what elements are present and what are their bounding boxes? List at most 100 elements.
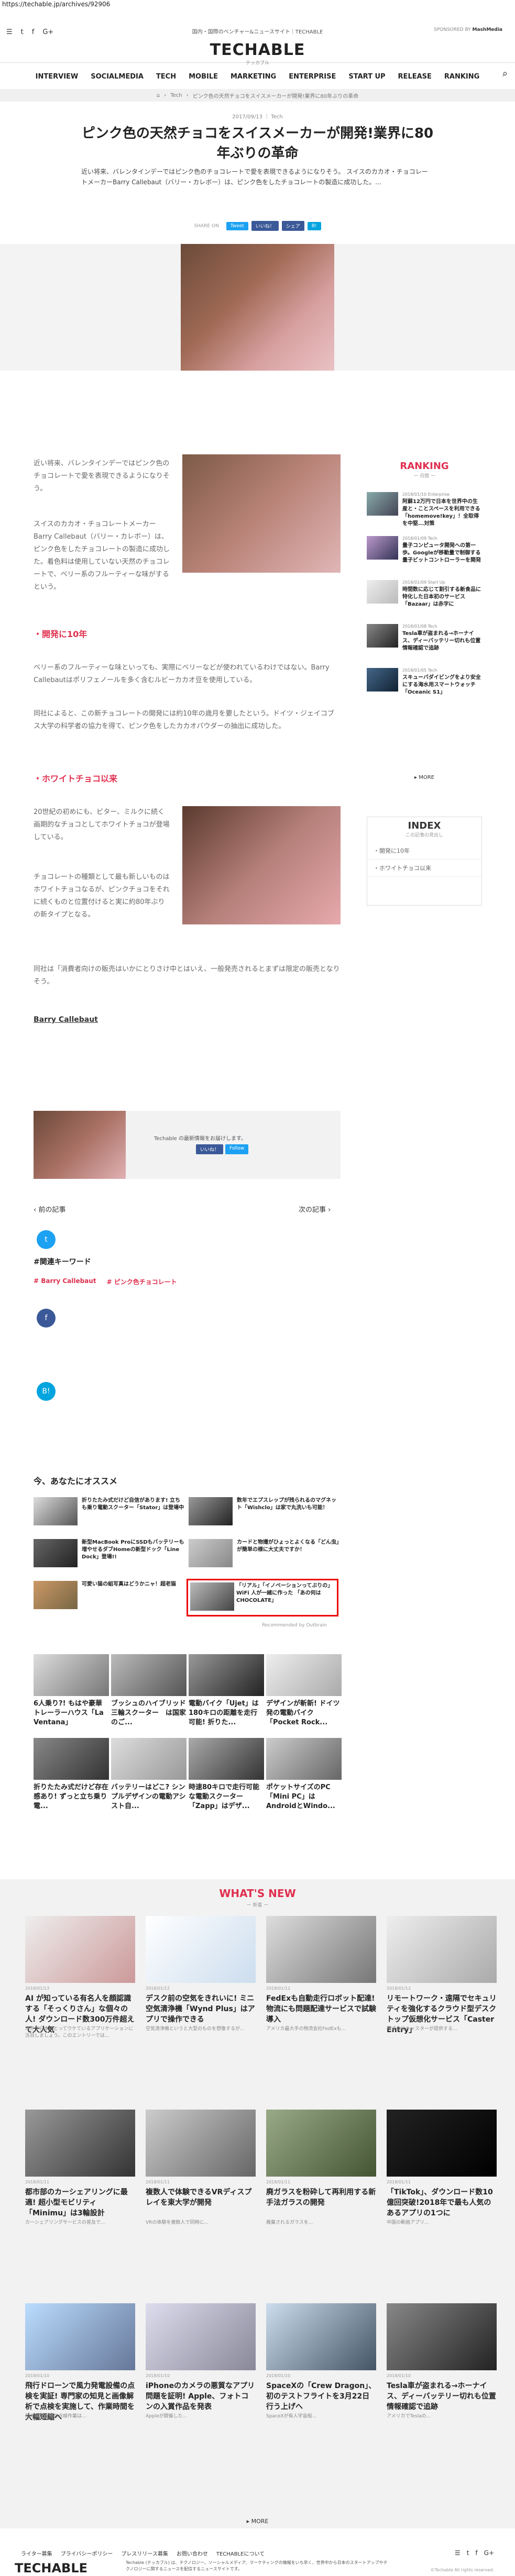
ranking-item[interactable]: 2018/01/09 Tech 量子コンピュータ開発への第一歩。Googleが移… [367,536,482,578]
nav-interview[interactable]: INTERVIEW [36,73,79,81]
site-logo[interactable]: TECHABLE [0,41,515,59]
related-card[interactable]: 時速80キロで走行可能な電動スクーター「Zapp」はデザ... [189,1738,264,1816]
related-image [111,1654,187,1696]
recommend-card[interactable]: 可愛い猫の組写真はどうかニャ！超老猫 [34,1581,185,1612]
breadcrumb-home[interactable]: ⌂ [157,93,160,98]
news-card[interactable]: 2018/01/10 Tesla車が盗まれる→ホーナイス、ディーバッテリー切れも位… [387,2303,497,2460]
ranking-item[interactable]: 2018/01/08 Tech Tesla車が盗まれる→ホーナイス、ディーバッテ… [367,624,482,666]
prev-article-link[interactable]: ‹ 前の記事 [34,1204,65,1214]
share-button[interactable]: シェア [281,221,304,231]
ranking-item[interactable]: 2018/01/09 Start Up 時間数に応じて割引する新食品に特化した日… [367,580,482,622]
related-image [111,1738,187,1780]
article-paragraph: スイスのカカオ・チョコレートメーカーBarry Callebaut（バリー・カレ… [34,520,170,591]
news-card[interactable]: 2018/01/12 デスク前の空気をきれいに! ミニ空気清浄機「Wynd Plu… [146,1916,256,2073]
nav-ranking[interactable]: RANKING [444,73,479,81]
recommend-card[interactable]: 折りたたみ式だけど自信があります! 立ちも乗り電動スクーター「Stator」は登… [34,1497,185,1529]
hatena-share-icon[interactable]: B! [37,1382,56,1401]
source-link[interactable]: Barry Callebaut [34,1016,98,1024]
related-card[interactable]: バッテリーはどこ? シンプルデザインの電動アシスト自... [111,1738,187,1816]
breadcrumb-sep-icon: › [164,92,167,98]
nav-socialmedia[interactable]: SOCIALMEDIA [91,73,144,81]
next-article-link[interactable]: 次の記事 › [299,1204,331,1214]
ranking-meta: 2018/01/10 Enterprise [402,492,450,497]
ranking-item[interactable]: 2018/01/05 Tech スキューバダイビングをより安全にする海水用スマー… [367,668,482,710]
recommend-text: 新型MacBook ProにSSDもバッテリーも増やせるダブHomeの新型ドック… [82,1540,184,1560]
breadcrumb: ⌂ › Tech › ピンク色の天然チョコをスイスメーカーが開発!業界に80年ぶ… [0,89,515,102]
share-box-like-button[interactable]: いいね！ [196,1144,224,1154]
tweet-button[interactable]: Tweet [226,221,248,230]
related-card[interactable]: ブッシュのハイブリッド三輪スクーター は国家のご... [111,1654,187,1733]
nav-marketing[interactable]: MARKETING [231,73,276,81]
news-card[interactable]: 2018/01/12 リモートワーク・遠隔でセキュリティを強化するクラウド型デスク… [387,1916,497,2073]
facebook-share-icon[interactable]: f [37,1309,56,1328]
index-sub: この記事の見出し [405,833,443,838]
index-item[interactable]: ・ホワイトチョコ以来 [367,860,481,877]
google-plus-icon[interactable]: G+ [484,2549,494,2557]
news-card[interactable]: 2018/01/11 廃ガラスを粉砕して再利用する新手法ガラスの開発 廃棄されるガラ… [266,2110,376,2267]
recommend-card[interactable]: 新型MacBook ProにSSDもバッテリーも増やせるダブHomeの新型ドック… [34,1539,185,1570]
article-image [182,454,341,573]
ranking-date: 2018/01/10 [402,492,427,497]
whats-new-more-link[interactable]: ▸ MORE [0,2518,515,2525]
news-image [387,1916,497,1983]
related-card[interactable]: ポケットサイズのPC「Mini PC」はAndroidとWindo... [266,1738,342,1816]
news-card[interactable]: 2018/01/10 SpaceXの「Crew Dragon」、初のテストフライト… [266,2303,376,2460]
like-button[interactable]: いいね！ [251,221,279,231]
nav-enterprise[interactable]: ENTERPRISE [289,73,336,81]
twitter-share-icon[interactable]: t [37,1230,56,1249]
nav-mobile[interactable]: MOBILE [189,73,218,81]
news-desc: 海外で日本にとってウケているアプリケーションに注目しましょう。このエントリーでは… [25,2026,134,2038]
ranking-item[interactable]: 2018/01/10 Enterprise 阿蘇12万円で日本を世界中の生産と・… [367,492,482,534]
news-card[interactable]: 2018/01/10 飛行ドローンで風力発電設備の点検を実証! 専門家の知見と画像… [25,2303,135,2460]
footer-logo[interactable]: TECHABLE [15,2561,87,2575]
index-item[interactable]: ・開発に10年 [367,842,481,860]
news-card[interactable]: 2018/01/11 都市部のカーシェアリングに最適! 超小型モビリティ「Mini… [25,2110,135,2267]
footer-link[interactable]: プライバシーポリシー [61,2549,113,2557]
share-box-follow-button[interactable]: Follow [225,1144,249,1154]
news-card[interactable]: 2018/01/10 iPhoneのカメラの悪質なアプリ問題を証明! Apple、… [146,2303,256,2460]
url-bar[interactable]: https://techable.jp/archives/92906 [0,0,515,8]
article-meta: 2017/09/13 ｜ Tech [232,114,283,120]
article-heading: ・ホワイトチョコ以来 [34,774,118,784]
ranking-cat: Enterprise [428,492,450,497]
related-text: ブッシュのハイブリッド三輪スクーター は国家のご... [111,1700,187,1726]
nav-startup[interactable]: START UP [348,73,385,81]
footer-link[interactable]: TECHABLEについて [216,2549,265,2557]
related-image [34,1654,109,1696]
recommend-card[interactable]: カードと物撮がひょっとよくなる「どん虫」が簡単の様に大丈夫ですか！ [189,1539,341,1570]
facebook-icon[interactable]: f [475,2549,477,2557]
keyword-tag[interactable]: # ピンク色チョコレート [107,1277,177,1286]
share-label: SHARE ON [194,223,219,229]
hatena-button[interactable]: B! [307,221,321,230]
search-icon[interactable]: ⌕ [502,68,508,79]
recommend-provider[interactable]: Recommended by Outbrain [262,1623,327,1628]
recommend-card[interactable]: 数年でエプスレップが残られるのマグネット「Wishclo」は家で丸洗いも可能！ [189,1497,341,1529]
news-desc: 中国の動画アプリ... [387,2220,429,2225]
related-card[interactable]: 電動バイク「Ujet」は180キロの距離を走行可能! 折りた... [189,1654,264,1733]
related-card[interactable]: 折りたたみ式だけど存在感あり! ずっと立ち乗り電... [34,1738,109,1816]
rss-icon[interactable]: ☰ [455,2549,461,2557]
nav-tech[interactable]: TECH [156,73,176,81]
news-card[interactable]: 2018/01/13 AI が知っている有名人を顔認識する「そっくりさん」な個々の… [25,1916,135,2073]
ranking-text: 阿蘇12万円で日本を世界中の生産と・ことスペースを利用できる「homemove!… [402,499,480,527]
related-card[interactable]: デザインが斬新! ドイツ発の電動バイク「Pocket Rock... [266,1654,342,1733]
news-card[interactable]: 2018/01/11 複数人で体験できるVRディスプレイを東大学が開発 VRの体験を… [146,2110,256,2267]
news-title: FedExも自動走行ロボット配達! 物流にも問題配達サービスで試験導入 [266,1994,376,2024]
footer-link[interactable]: ライター募集 [21,2549,52,2557]
partner-badge[interactable]: SPONSORED BY MashMedia [434,27,502,32]
recommend-card-highlighted[interactable]: 「リアル」「イノベーションってぶりの」WiFi 人が一緒に作った 「あの何は C… [187,1579,338,1616]
twitter-icon[interactable]: t [467,2549,469,2557]
footer-link[interactable]: プレスリリース募集 [121,2549,168,2557]
ranking-more-link[interactable]: ▸ MORE [367,775,482,780]
article-category[interactable]: Tech [271,114,282,120]
news-card[interactable]: 2018/01/12 FedExも自動走行ロボット配達! 物流にも問題配達サービス… [266,1916,376,2073]
related-text: ポケットサイズのPC「Mini PC」はAndroidとWindo... [266,1783,335,1810]
article-date: 2017/09/13 [232,114,262,120]
news-card[interactable]: 2018/01/11 「TikTok」、ダウンロード数10億回突破!2018年で最… [387,2110,497,2267]
footer-link[interactable]: お問い合わせ [177,2549,208,2557]
keyword-tag[interactable]: # Barry Callebaut [34,1277,96,1286]
related-card[interactable]: 6人乗り?! もはや豪華トレーラーハウス「La Ventana」 [34,1654,109,1733]
main-nav: INTERVIEW SOCIALMEDIA TECH MOBILE MARKET… [0,66,515,87]
nav-release[interactable]: RELEASE [398,73,432,81]
breadcrumb-category[interactable]: Tech [170,93,182,98]
